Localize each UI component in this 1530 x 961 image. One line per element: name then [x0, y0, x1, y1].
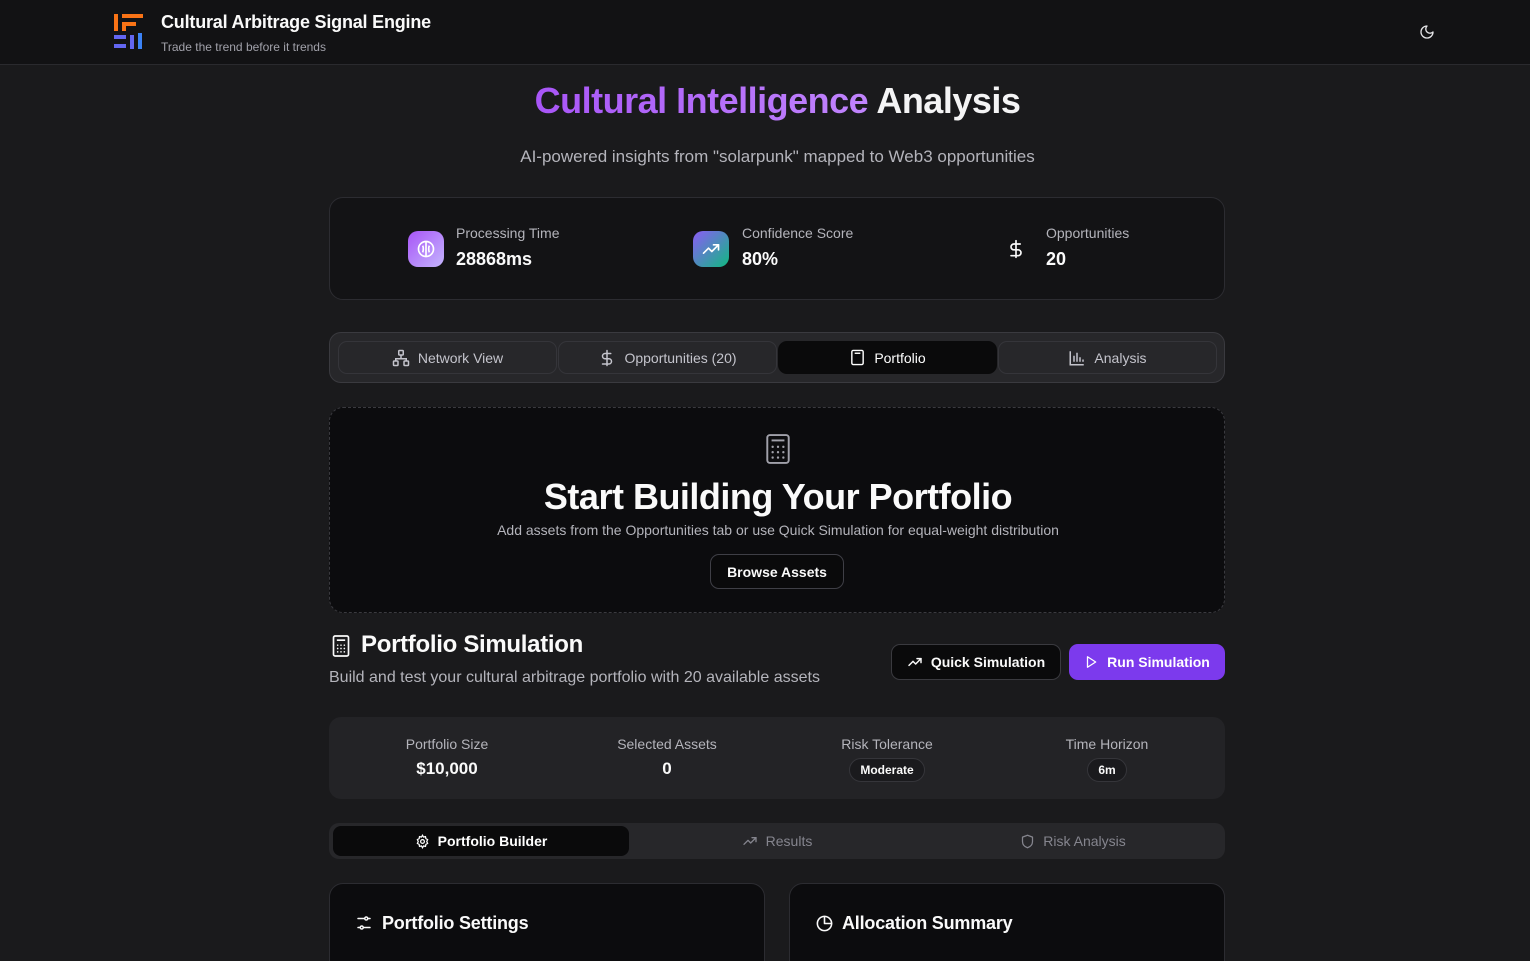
tab-label: Portfolio Builder — [437, 833, 548, 849]
stat-label: Confidence Score — [742, 225, 854, 241]
page-subtitle: AI-powered insights from "solarpunk" map… — [520, 147, 1035, 166]
main-tabs: Network View Opportunities (20) Portfoli… — [329, 332, 1225, 383]
tab-label: Results — [765, 833, 813, 849]
trending-up-icon — [908, 657, 922, 667]
empty-state-title: Start Building Your Portfolio — [543, 476, 1013, 517]
empty-portfolio-card: Start Building Your Portfolio Add assets… — [329, 407, 1225, 613]
app-tagline: Trade the trend before it trends — [161, 40, 326, 54]
bar-chart-icon — [1069, 350, 1085, 365]
tab-portfolio[interactable]: Portfolio — [778, 341, 997, 374]
risk-tolerance-badge: Moderate — [849, 758, 925, 782]
tab-label: Opportunities (20) — [624, 349, 737, 366]
stat-value: 80% — [742, 249, 779, 269]
run-simulation-button[interactable]: Run Simulation — [1069, 644, 1225, 680]
trending-up-icon — [742, 837, 757, 845]
tab-results[interactable]: Results — [629, 826, 925, 856]
stat-label: Opportunities — [1046, 225, 1130, 241]
portfolio-params-card: Portfolio Size $10,000 Selected Assets 0… — [329, 717, 1225, 799]
tab-label: Risk Analysis — [1043, 833, 1126, 849]
portfolio-settings-panel: Portfolio Settings — [329, 883, 765, 961]
dollar-icon — [998, 231, 1034, 267]
browse-assets-button[interactable]: Browse Assets — [710, 554, 844, 589]
tab-label: Analysis — [1094, 349, 1147, 366]
tab-risk-analysis[interactable]: Risk Analysis — [925, 826, 1221, 856]
logo-icon — [114, 14, 143, 49]
param-label: Portfolio Size — [405, 736, 489, 752]
calculator-icon — [332, 635, 350, 657]
brain-icon — [408, 231, 444, 267]
tab-portfolio-builder[interactable]: Portfolio Builder — [333, 826, 629, 856]
run-simulation-label: Run Simulation — [1107, 654, 1210, 670]
trending-up-icon — [693, 231, 729, 267]
stat-label: Processing Time — [456, 225, 560, 241]
sliders-icon — [357, 916, 371, 930]
gear-icon — [416, 833, 429, 849]
quick-simulation-label: Quick Simulation — [930, 654, 1046, 670]
param-value: 0 — [662, 759, 672, 778]
theme-toggle-button[interactable] — [1412, 17, 1442, 47]
param-label: Time Horizon — [1065, 736, 1149, 752]
quick-simulation-button[interactable]: Quick Simulation — [891, 644, 1061, 680]
tab-label: Network View — [417, 349, 504, 366]
stats-card: Processing Time 28868ms Confidence Score… — [329, 197, 1225, 300]
param-label: Selected Assets — [617, 736, 717, 752]
shield-icon — [1022, 834, 1034, 848]
tab-opportunities[interactable]: Opportunities (20) — [558, 341, 777, 374]
param-value: $10,000 — [416, 759, 478, 778]
app-title: Cultural Arbitrage Signal Engine — [161, 12, 431, 32]
simulation-tabs: Portfolio Builder Results Risk Analysis — [329, 823, 1225, 859]
simulation-subtitle: Build and test your cultural arbitrage p… — [329, 669, 820, 686]
page-title: Cultural Intelligence Analysis — [0, 80, 1530, 122]
page-title-accent: Cultural Intelligence — [534, 80, 869, 121]
allocation-summary-title: Allocation Summary — [842, 913, 1013, 933]
network-icon — [392, 349, 410, 366]
stat-value: 20 — [1046, 249, 1067, 269]
page-title-rest: Analysis — [868, 80, 1021, 121]
play-icon — [1087, 656, 1097, 668]
pie-chart-icon — [816, 915, 833, 932]
tab-label: Portfolio — [874, 349, 926, 366]
tab-network-view[interactable]: Network View — [338, 341, 557, 374]
dollar-icon — [602, 349, 613, 366]
moon-icon — [1420, 25, 1434, 39]
tab-analysis[interactable]: Analysis — [998, 341, 1217, 374]
param-label: Risk Tolerance — [841, 736, 933, 752]
calculator-icon — [851, 349, 865, 366]
allocation-summary-panel: Allocation Summary — [789, 883, 1225, 961]
portfolio-settings-title: Portfolio Settings — [382, 913, 529, 933]
calculator-icon — [766, 434, 790, 464]
simulation-title: Portfolio Simulation — [361, 631, 583, 658]
stat-value: 28868ms — [456, 249, 533, 269]
empty-state-description: Add assets from the Opportunities tab or… — [497, 522, 1059, 538]
time-horizon-badge: 6m — [1087, 758, 1127, 782]
top-bar: Cultural Arbitrage Signal Engine Trade t… — [0, 0, 1530, 65]
